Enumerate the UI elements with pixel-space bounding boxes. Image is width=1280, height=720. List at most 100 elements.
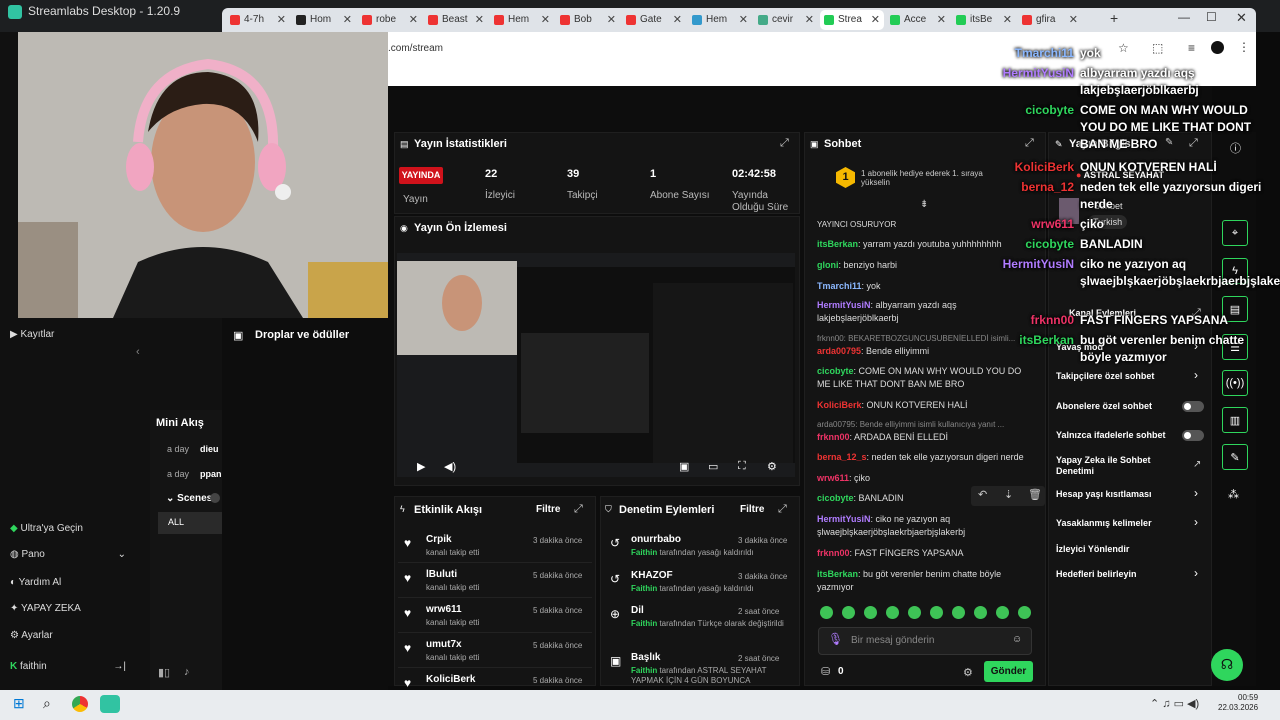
tab-close-icon[interactable]: ✕ [343,13,352,26]
tab-close-icon[interactable]: ✕ [937,13,946,26]
browser-tab[interactable]: cevir ✕ [754,10,818,30]
gear-icon[interactable]: ⚙ [767,460,777,473]
chat-username[interactable]: Tmarchi11 [817,281,862,291]
close-icon[interactable]: ✕ [1236,10,1247,26]
browser-tab[interactable]: 4-7h ✕ [226,10,290,30]
pip-icon[interactable]: ▣ [679,460,689,473]
sidebar-user[interactable]: K faithin →| [10,661,126,672]
emote-icon[interactable] [864,606,877,619]
emoji-picker-icon[interactable]: ☺ [1012,634,1022,645]
scenes-title[interactable]: ⌄ Scenes [166,493,212,504]
tab-close-icon[interactable]: ✕ [607,13,616,26]
tab-close-icon[interactable]: ✕ [1003,13,1012,26]
chat-username[interactable]: berna_12_s [817,452,867,462]
chat-username[interactable]: frknn00 [817,548,850,558]
send-button[interactable]: Gönder [984,661,1033,682]
stream-preview-video[interactable] [397,253,795,477]
browser-tab[interactable]: Bob ✕ [556,10,620,30]
browser-tab[interactable]: robe ✕ [358,10,422,30]
delete-icon[interactable]: 🗑 [1028,488,1042,501]
maximize-icon[interactable]: ☐ [1206,10,1217,24]
volume-icon[interactable]: ◀) [444,460,456,473]
setting-emote-only[interactable]: Yalnızca ifadelerle sohbet [1056,430,1166,441]
tab-close-icon[interactable]: ✕ [409,13,418,26]
pin-icon[interactable]: ⇟ [920,199,928,210]
minimize-icon[interactable]: — [1178,10,1190,24]
clock[interactable]: 00:59 22.03.2026 [1218,693,1258,713]
browser-tab[interactable]: Beast ✕ [424,10,488,30]
wrench-icon[interactable]: ✎ [1222,444,1248,470]
sidebar-item-help[interactable]: ◐ Yardım Al [10,577,61,588]
chrome-icon[interactable] [72,696,88,712]
expand-icon[interactable]: ⤢ [778,503,787,516]
url-text[interactable]: .com/stream [388,43,443,54]
setting-raid[interactable]: İzleyici Yönlendir [1056,544,1129,555]
fullscreen-icon[interactable]: ⛶ [738,460,746,473]
emote-icon[interactable] [930,606,943,619]
chat-settings-icon[interactable]: ⚙ [963,666,973,679]
expand-icon[interactable]: ⤢ [780,137,789,150]
points-icon[interactable]: ⛁ [821,665,830,678]
browser-tab[interactable]: Hem ✕ [688,10,752,30]
external-link-icon[interactable]: ↗ [1193,459,1201,470]
collapse-chevron-icon[interactable]: ‹ [136,346,140,358]
tab-close-icon[interactable]: ✕ [673,13,682,26]
chat-username[interactable]: cicobyte [817,493,854,503]
chat-username[interactable]: HermitYusiN [817,300,871,310]
emote-icon[interactable] [908,606,921,619]
chat-username[interactable]: gloni [817,260,839,270]
tab-close-icon[interactable]: ✕ [739,13,748,26]
chat-username[interactable]: frknn00 [817,432,850,442]
chevron-right-icon[interactable]: › [1194,515,1198,529]
new-tab-icon[interactable]: + [1110,10,1118,26]
tab-close-icon[interactable]: ✕ [541,13,550,26]
windows-start-icon[interactable]: ⊞ [13,695,25,712]
chat-username[interactable]: wrw611 [817,473,849,483]
emote-icon[interactable] [996,606,1009,619]
pin-message-icon[interactable]: ⇣ [1004,488,1013,501]
chevron-right-icon[interactable]: › [1194,486,1198,500]
emote-icon[interactable] [820,606,833,619]
browser-tab[interactable]: Strea ✕ [820,10,884,30]
apps-icon[interactable]: ⁂ [1228,488,1239,501]
expand-icon[interactable]: ⤢ [574,503,583,516]
setting-account-age[interactable]: Hesap yaşı kısıtlaması [1056,489,1152,500]
theater-icon[interactable]: ▭ [708,460,718,473]
mic-icon[interactable]: 🎙 [828,632,843,646]
broadcast-icon[interactable]: ((•)) [1222,370,1248,396]
tab-close-icon[interactable]: ✕ [805,13,814,26]
support-button[interactable]: ☊ [1211,649,1243,681]
browser-tab[interactable]: gfira ✕ [1018,10,1082,30]
sidebar-item-ai[interactable]: ✦ YAPAY ZEKA [10,603,81,614]
setting-followers-only[interactable]: Takipçilere özel sohbet [1056,371,1154,382]
setting-ai-moderation[interactable]: Yapay Zeka ile Sohbet Denetimi [1056,455,1166,477]
chat-username[interactable]: KoliciBerk [817,400,862,410]
setting-subs-only[interactable]: Abonelere özel sohbet [1056,401,1152,412]
expand-icon[interactable]: ⤢ [1025,137,1034,150]
scene-item[interactable]: ALL [158,512,222,534]
emote-only-toggle[interactable] [1182,430,1204,441]
chat-username[interactable]: itsBerkan [817,239,858,249]
emote-icon[interactable] [952,606,965,619]
sidebar-item-ultra[interactable]: ◆ Ultra'ya Geçin [10,523,83,534]
subs-only-toggle[interactable] [1182,401,1204,412]
streamlabs-taskbar-icon[interactable] [100,695,120,713]
reply-icon[interactable]: ↶ [978,488,987,501]
activity-filter-button[interactable]: Filtre [536,504,560,515]
sidebar-recordings[interactable]: ▶ Kayıtlar [10,329,54,340]
bell-icon[interactable]: ♪ [184,666,190,678]
tab-close-icon[interactable]: ✕ [277,13,286,26]
chevron-right-icon[interactable]: › [1194,368,1198,382]
chevron-right-icon[interactable]: › [1194,566,1198,580]
setting-banned-words[interactable]: Yasaklanmış kelimeler [1056,518,1152,529]
chat-username[interactable]: itsBerkan [817,569,858,579]
browser-tab[interactable]: itsBe ✕ [952,10,1016,30]
moderation-filter-button[interactable]: Filtre [740,504,764,515]
sidebar-item-dashboard[interactable]: ◍ Pano ⌄ [10,549,126,560]
emote-icon[interactable] [842,606,855,619]
chat-username[interactable]: cicobyte [817,366,854,376]
search-icon[interactable]: ⌕ [43,695,51,712]
browser-tab[interactable]: Gate ✕ [622,10,686,30]
emote-icon[interactable] [974,606,987,619]
chat-username[interactable]: HermitYusiN [817,514,871,524]
